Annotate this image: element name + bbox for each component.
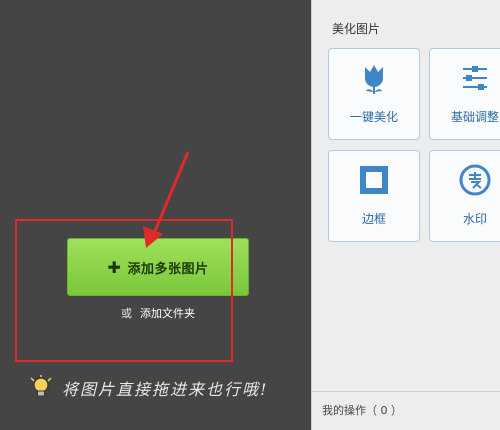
tool-watermark[interactable]: 水印 <box>429 150 500 242</box>
tool-label: 基础调整 <box>450 110 499 124</box>
beautify-panel: 美化图片 一键美化 基础调整 边框 水印 我的操作（ 0 ） <box>311 0 500 430</box>
plus-icon: ✚ <box>107 257 122 277</box>
tulip-icon <box>365 65 383 94</box>
tool-one-click-beautify[interactable]: 一键美化 <box>328 48 420 140</box>
hint-text: 将图片直接拖进来也行哦! <box>62 380 269 399</box>
drop-area[interactable]: ✚ 添加多张图片 或添加文件夹 将图片直接拖进来也行哦! <box>0 0 311 430</box>
tool-label: 水印 <box>462 212 487 226</box>
tool-basic-adjust[interactable]: 基础调整 <box>429 48 500 140</box>
drag-hint: 将图片直接拖进来也行哦! <box>28 373 268 403</box>
tool-label: 边框 <box>361 212 386 226</box>
sliders-icon <box>463 66 487 90</box>
my-operations-label[interactable]: 我的操作（ 0 ） <box>322 402 402 418</box>
operations-bar: 我的操作（ 0 ） <box>312 391 500 430</box>
add-multiple-images-label: 添加多张图片 <box>127 261 209 277</box>
watermark-icon <box>459 164 491 196</box>
add-folder-row: 或添加文件夹 <box>67 305 249 321</box>
annotation-arrow <box>143 151 190 248</box>
add-multiple-images-button[interactable]: ✚ 添加多张图片 <box>67 238 249 296</box>
or-text: 或 <box>121 307 132 320</box>
add-folder-link[interactable]: 添加文件夹 <box>140 307 195 320</box>
frame-icon <box>360 166 388 194</box>
tool-border[interactable]: 边框 <box>328 150 420 242</box>
panel-title: 美化图片 <box>332 22 381 36</box>
tool-label: 一键美化 <box>349 110 398 124</box>
lightbulb-icon <box>30 375 52 397</box>
